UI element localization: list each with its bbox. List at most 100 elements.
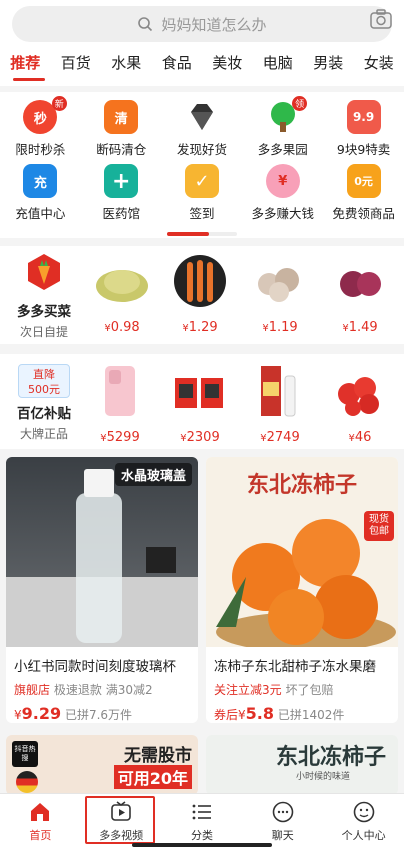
product-card-partial[interactable]: 东北冻柿子 小时候的味道 xyxy=(206,735,398,795)
nav-chat[interactable]: 聊天 xyxy=(242,794,323,849)
subsidy-price: 46 xyxy=(354,430,372,445)
medical-kit-icon: + xyxy=(104,164,139,198)
shortcut-earn-money[interactable]: ¥ 多多赚大钱 xyxy=(242,164,323,222)
subsidy-price: 2749 xyxy=(266,430,300,445)
profile-icon xyxy=(353,801,374,823)
search-bar[interactable]: 妈妈知道怎么办 xyxy=(12,6,392,42)
home-indicator xyxy=(132,843,272,847)
camera-icon[interactable] xyxy=(370,9,392,29)
grocery-item[interactable]: ¥1.49 xyxy=(324,254,396,335)
shortcut-orchard[interactable]: 领 多多果园 xyxy=(242,96,323,158)
diamond-icon xyxy=(190,104,213,130)
grocery-subtitle: 次日自提 xyxy=(19,325,68,339)
subsidy-lead[interactable]: 直降 500元 百亿补贴 大牌正品 xyxy=(6,364,82,442)
nav-label: 个人中心 xyxy=(341,829,386,842)
carrots-image xyxy=(174,255,226,307)
tab-fruit[interactable]: 水果 xyxy=(101,50,152,86)
product-price: 5.8 xyxy=(245,704,274,723)
product-title: 冻柿子东北甜柿子冻水果磨 xyxy=(214,659,376,675)
shortcut-label: 限时秒杀 xyxy=(15,142,66,157)
product-card[interactable]: 水晶玻璃盖 小红书同款时间刻度玻璃杯 旗舰店 极速退款 满30减2 ¥9.29 … xyxy=(6,457,198,723)
product-price: 9.29 xyxy=(21,704,62,723)
tab-computer[interactable]: 电脑 xyxy=(253,50,304,86)
shortcut-recharge[interactable]: 充 充值中心 xyxy=(0,164,81,222)
grocery-title: 多多买菜 xyxy=(17,304,71,320)
image-overlay-text: 水晶玻璃盖 xyxy=(114,463,192,486)
shortcut-grid: 秒 新 限时秒杀 清 断码清仓 发现好货 领 多多果园 9.9 9块9特卖 充 … xyxy=(0,92,404,238)
sold-count: 已拼1402件 xyxy=(277,708,345,722)
shortcut-flash-sale[interactable]: 秒 新 限时秒杀 xyxy=(0,96,81,158)
shortcut-discover[interactable]: 发现好货 xyxy=(162,100,243,158)
subsidy-item[interactable]: ¥2309 xyxy=(164,364,236,445)
product-image-glass-bottle: 水晶玻璃盖 xyxy=(6,457,198,647)
promo-tag: 关注立减3元 xyxy=(214,683,282,697)
nav-label: 聊天 xyxy=(271,829,294,842)
shortcut-pharmacy[interactable]: + 医药馆 xyxy=(81,164,162,222)
grocery-item[interactable]: ¥0.98 xyxy=(86,254,158,335)
shortcut-label: 9块9特卖 xyxy=(336,142,391,157)
subsidy-item[interactable]: ¥5299 xyxy=(84,364,156,445)
subsidy-title: 百亿补贴 xyxy=(17,406,71,422)
taro-image xyxy=(258,268,299,302)
home-icon xyxy=(31,803,50,821)
subsidy-item[interactable]: ¥46 xyxy=(324,364,396,445)
tab-menswear[interactable]: 男装 xyxy=(303,50,354,86)
piggy-bank-icon: ¥ xyxy=(265,164,300,198)
store-tag: 旗舰店 xyxy=(14,683,51,697)
grocery-section[interactable]: 多多买菜 次日自提 ¥0.98 ¥1.29 ¥1.19 ¥1.49 xyxy=(0,246,404,344)
shortcut-label: 断码清仓 xyxy=(96,142,147,157)
nav-category[interactable]: 分类 xyxy=(162,794,243,849)
free-shipping-sticker: 现货包邮 xyxy=(364,511,394,541)
ad-note: 小时候的味道 xyxy=(296,772,351,782)
shortcut-9-9-sale[interactable]: 9.9 9块9特卖 xyxy=(323,100,404,158)
sold-count: 已拼7.6万件 xyxy=(64,708,133,722)
subsidy-section[interactable]: 直降 500元 百亿补贴 大牌正品 ¥5299 ¥2309 ¥2749 ¥46 xyxy=(0,354,404,449)
calendar-check-icon: ✓ xyxy=(184,164,219,198)
shortcut-label: 多多赚大钱 xyxy=(251,206,315,221)
ad-line2: 可用20年 xyxy=(113,765,192,789)
nav-profile[interactable]: 个人中心 xyxy=(323,794,404,849)
shortcut-label: 医药馆 xyxy=(102,206,140,221)
chat-icon xyxy=(272,801,294,823)
product-card[interactable]: 东北冻柿子 现货包邮 冻柿子东北甜柿子冻水果磨 关注立减3元 坏了包赔 券后¥5… xyxy=(206,457,398,723)
nav-home[interactable]: 首页 xyxy=(0,794,81,849)
tab-womenswear[interactable]: 女装 xyxy=(354,50,404,86)
strawberry-image xyxy=(338,377,379,416)
top-header: 妈妈知道怎么办 推荐 百货 水果 食品 美妆 电脑 男装 女装 xyxy=(0,0,404,86)
tab-food[interactable]: 食品 xyxy=(152,50,203,86)
active-tab-indicator xyxy=(13,78,45,81)
game-console-image xyxy=(175,378,223,408)
gift-icon: 0元 xyxy=(346,164,381,198)
onion-image xyxy=(340,271,381,297)
grocery-price: 1.19 xyxy=(268,320,298,335)
nav-label: 多多视频 xyxy=(99,829,144,842)
price-drop-badge: 直降 500元 xyxy=(18,364,70,398)
shortcut-label: 免费领商品 xyxy=(332,206,395,221)
grocery-item[interactable]: ¥1.29 xyxy=(164,254,236,335)
nine-nine-icon: 9.9 xyxy=(346,100,381,134)
douyin-logo: 抖音热搜 xyxy=(12,741,38,767)
carrot-logo-icon xyxy=(28,254,60,290)
grocery-item[interactable]: ¥1.19 xyxy=(244,254,316,335)
nav-video[interactable]: 多多视频 xyxy=(81,794,162,849)
new-badge: 新 xyxy=(51,96,67,111)
tab-beauty[interactable]: 美妆 xyxy=(202,50,253,86)
reward-badge: 领 xyxy=(292,96,308,111)
nav-label: 首页 xyxy=(29,829,52,842)
category-icon xyxy=(192,804,211,820)
subsidy-price: 5299 xyxy=(106,430,140,445)
grocery-lead[interactable]: 多多买菜 次日自提 xyxy=(6,252,82,340)
pickled-vegetable-image xyxy=(96,270,148,302)
nav-label: 分类 xyxy=(190,829,213,842)
subsidy-item[interactable]: ¥2749 xyxy=(244,364,316,445)
shortcut-label: 多多果园 xyxy=(257,142,308,157)
tab-general[interactable]: 百货 xyxy=(51,50,102,86)
bottom-nav: 首页 多多视频 分类 聊天 个人中心 xyxy=(0,793,404,849)
product-card-partial[interactable]: 抖音热搜 无需股市 可用20年 xyxy=(6,735,198,795)
product-image-persimmon: 东北冻柿子 现货包邮 xyxy=(206,457,398,647)
shortcut-check-in[interactable]: ✓ 签到 xyxy=(162,164,243,222)
category-tabs: 推荐 百货 水果 食品 美妆 电脑 男装 女装 xyxy=(0,50,404,86)
shortcut-free-goods[interactable]: 0元 免费领商品 xyxy=(323,164,404,222)
shortcut-clearance[interactable]: 清 断码清仓 xyxy=(81,100,162,158)
ad-line1: 无需股市 xyxy=(124,746,192,766)
